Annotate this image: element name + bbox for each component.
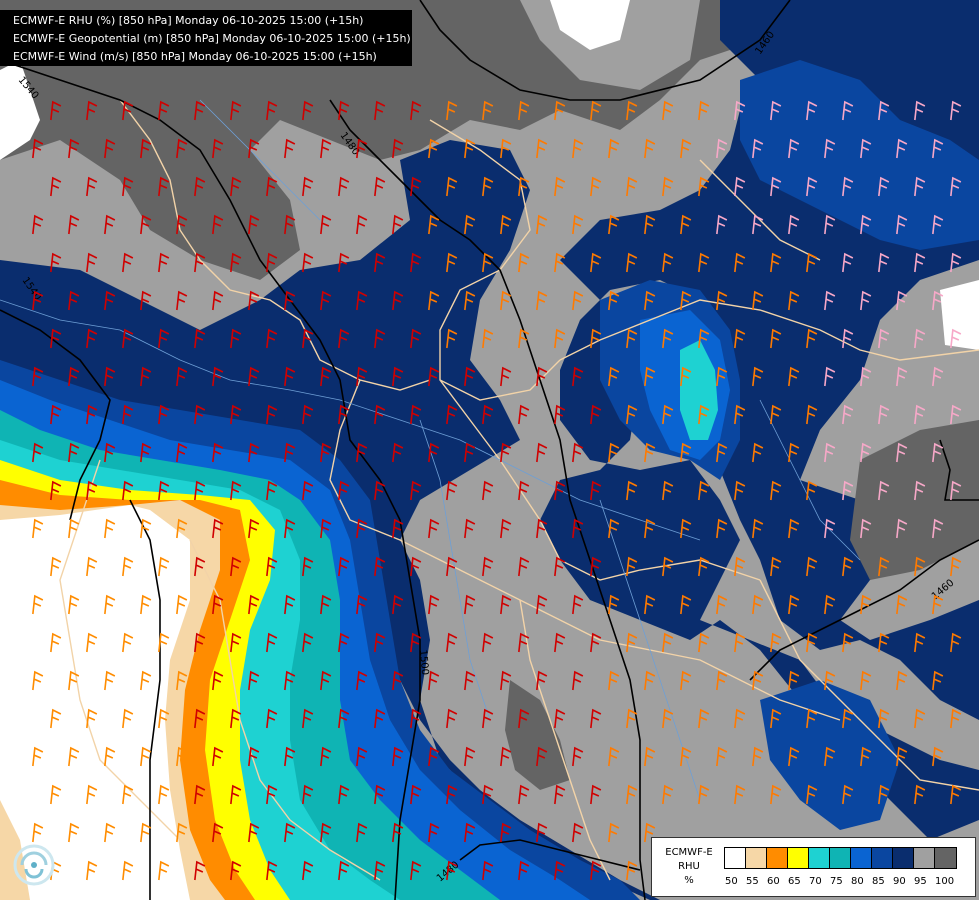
legend-tick-label: 90 — [893, 876, 906, 887]
title-line-rhu: ECMWF-E RHU (%) [850 hPa] Monday 06-10-2… — [13, 14, 364, 27]
legend-tick-label: 65 — [788, 876, 801, 887]
legend-swatch — [872, 848, 893, 868]
ecmwf-logo-icon — [13, 844, 55, 886]
legend-tick-label: 100 — [935, 876, 955, 887]
legend-tick-label: 70 — [809, 876, 822, 887]
rhu-zone-below-50 — [0, 505, 190, 900]
rhu-legend: ECMWF-E RHU % 50 55 60 65 70 75 80 85 90 95 100 — [651, 837, 976, 897]
legend-tick-label: 50 — [725, 876, 738, 887]
title-line-geopotential: ECMWF-E Geopotential (m) [850 hPa] Monda… — [13, 32, 411, 45]
legend-swatches — [724, 847, 957, 869]
legend-label-line: RHU — [678, 861, 700, 872]
legend-swatch — [893, 848, 914, 868]
legend-label-line: % — [684, 875, 694, 886]
legend-swatch — [746, 848, 767, 868]
map-title-box: ECMWF-E RHU (%) [850 hPa] Monday 06-10-2… — [0, 10, 412, 66]
legend-tick-label: 60 — [767, 876, 780, 887]
title-line-wind: ECMWF-E Wind (m/s) [850 hPa] Monday 06-1… — [13, 50, 377, 63]
legend-tick-label: 75 — [830, 876, 843, 887]
rhu-zone-white-e — [940, 280, 979, 350]
legend-swatch — [830, 848, 851, 868]
legend-swatch — [809, 848, 830, 868]
legend-tick-label: 55 — [746, 876, 759, 887]
legend-swatch — [914, 848, 935, 868]
contour-label: 1500 — [417, 649, 430, 675]
weather-map: 1540 1480 1460 1540 1500 1460 1480 — [0, 0, 979, 900]
legend-tick-label: 95 — [914, 876, 927, 887]
legend-swatch — [788, 848, 809, 868]
legend-swatch — [767, 848, 788, 868]
legend-ticks: 50 55 60 65 70 75 80 85 90 95 100 — [725, 876, 977, 890]
legend-swatch — [851, 848, 872, 868]
legend-label: ECMWF-E RHU % — [654, 846, 724, 888]
legend-swatch — [935, 848, 956, 868]
legend-tick-label: 85 — [872, 876, 885, 887]
legend-label-line: ECMWF-E — [665, 847, 713, 858]
legend-swatch — [725, 848, 746, 868]
legend-tick-label: 80 — [851, 876, 864, 887]
